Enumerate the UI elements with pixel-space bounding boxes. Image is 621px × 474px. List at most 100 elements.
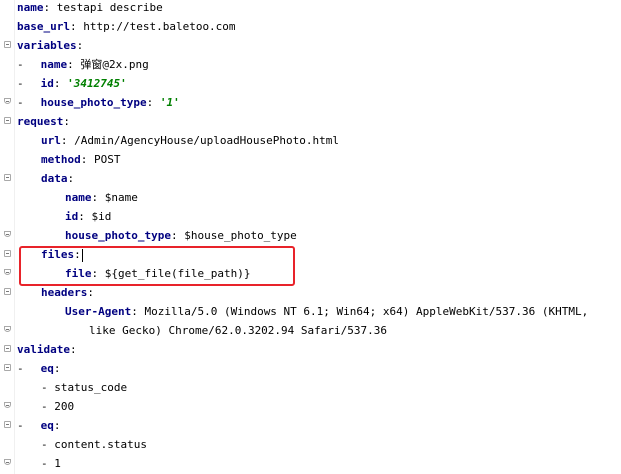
code-line[interactable]: - 200 <box>0 397 621 416</box>
code-text: - name: 弹窗@2x.png <box>17 55 149 74</box>
yaml-colon: : <box>53 419 61 432</box>
code-text: house_photo_type: $house_photo_type <box>65 226 297 245</box>
code-line[interactable]: - id: '3412745' <box>0 74 621 93</box>
fold-collapse-icon[interactable] <box>4 421 11 428</box>
code-text: - house_photo_type: '1' <box>17 93 180 112</box>
yaml-value: - content.status <box>41 438 147 451</box>
fold-end-icon[interactable] <box>4 459 11 465</box>
yaml-key: method <box>41 153 81 166</box>
code-line[interactable]: data: <box>0 169 621 188</box>
fold-end-icon[interactable] <box>4 98 11 104</box>
yaml-colon: : <box>69 343 77 356</box>
code-text: method: POST <box>41 150 121 169</box>
yaml-key: eq <box>40 362 54 375</box>
list-dash: - <box>17 58 24 71</box>
code-text: - content.status <box>41 435 147 454</box>
code-line[interactable]: base_url: http://test.baletoo.com <box>0 17 621 36</box>
code-text: name: $name <box>65 188 138 207</box>
code-line[interactable]: - 1 <box>0 454 621 473</box>
yaml-key: name <box>17 1 44 14</box>
yaml-key: house_photo_type <box>65 229 171 242</box>
fold-collapse-icon[interactable] <box>4 174 11 181</box>
fold-collapse-icon[interactable] <box>4 117 11 124</box>
code-line[interactable]: - eq: <box>0 359 621 378</box>
yaml-value: 弹窗@2x.png <box>73 58 149 71</box>
code-line[interactable]: name: $name <box>0 188 621 207</box>
code-text: base_url: http://test.baletoo.com <box>17 17 236 36</box>
code-text: validate: <box>17 340 77 359</box>
yaml-value: Mozilla/5.0 (Windows NT 6.1; Win64; x64)… <box>137 305 589 318</box>
code-line[interactable]: - house_photo_type: '1' <box>0 93 621 112</box>
yaml-key: name <box>65 191 92 204</box>
fold-collapse-icon[interactable] <box>4 41 11 48</box>
code-line[interactable]: - eq: <box>0 416 621 435</box>
code-text: request: <box>17 112 70 131</box>
code-line[interactable]: - name: 弹窗@2x.png <box>0 55 621 74</box>
code-line[interactable]: like Gecko) Chrome/62.0.3202.94 Safari/5… <box>0 321 621 340</box>
code-line[interactable]: id: $id <box>0 207 621 226</box>
fold-end-icon[interactable] <box>4 231 11 237</box>
yaml-key: User-Agent <box>65 305 132 318</box>
fold-collapse-icon[interactable] <box>4 345 11 352</box>
yaml-key: headers <box>41 286 88 299</box>
yaml-colon: : <box>69 20 77 33</box>
list-dash: - <box>17 77 24 90</box>
yaml-colon: : <box>67 58 74 71</box>
code-line[interactable]: request: <box>0 112 621 131</box>
code-line[interactable]: validate: <box>0 340 621 359</box>
list-dash: - <box>17 96 24 109</box>
fold-end-icon[interactable] <box>4 402 11 408</box>
fold-collapse-icon[interactable] <box>4 364 11 371</box>
code-editor[interactable]: name: testapi describe base_url: http://t… <box>0 0 621 474</box>
annotation-highlight-box <box>19 246 295 286</box>
yaml-colon: : <box>60 134 68 147</box>
yaml-key: base_url <box>17 20 70 33</box>
code-line[interactable]: - status_code <box>0 378 621 397</box>
yaml-colon: : <box>131 305 138 318</box>
yaml-colon: : <box>63 115 70 128</box>
yaml-value: testapi describe <box>50 1 163 14</box>
yaml-value: /Admin/AgencyHouse/uploadHousePhoto.html <box>67 134 340 147</box>
code-line[interactable]: method: POST <box>0 150 621 169</box>
code-text: - 1 <box>41 454 61 473</box>
yaml-key: data <box>41 172 68 185</box>
code-line[interactable]: - content.status <box>0 435 621 454</box>
yaml-key: house_photo_type <box>40 96 147 109</box>
code-text: - eq: <box>17 416 61 435</box>
code-text: - id: '3412745' <box>17 74 127 93</box>
yaml-key: eq <box>40 419 54 432</box>
yaml-colon: : <box>76 39 84 52</box>
code-text: like Gecko) Chrome/62.0.3202.94 Safari/5… <box>89 321 387 340</box>
yaml-string-value: '1' <box>159 96 180 109</box>
yaml-key: validate <box>17 343 70 356</box>
yaml-value: $id <box>84 210 112 223</box>
code-line[interactable]: url: /Admin/AgencyHouse/uploadHousePhoto… <box>0 131 621 150</box>
code-text: id: $id <box>65 207 111 226</box>
fold-collapse-icon[interactable] <box>4 250 11 257</box>
fold-end-icon[interactable] <box>4 326 11 332</box>
code-line[interactable]: variables: <box>0 36 621 55</box>
yaml-key: name <box>40 58 68 71</box>
code-line[interactable]: name: testapi describe <box>0 0 621 17</box>
yaml-key: id <box>40 77 54 90</box>
code-line[interactable]: house_photo_type: $house_photo_type <box>0 226 621 245</box>
code-line[interactable]: User-Agent: Mozilla/5.0 (Windows NT 6.1;… <box>0 302 621 321</box>
yaml-key: id <box>65 210 79 223</box>
yaml-key: variables <box>17 39 77 52</box>
yaml-value: $name <box>98 191 138 204</box>
code-text: url: /Admin/AgencyHouse/uploadHousePhoto… <box>41 131 339 150</box>
fold-end-icon[interactable] <box>4 269 11 275</box>
yaml-key: url <box>41 134 61 147</box>
yaml-value: - status_code <box>41 381 128 394</box>
yaml-colon: : <box>78 210 85 223</box>
code-text: variables: <box>17 36 83 55</box>
yaml-value: http://test.baletoo.com <box>76 20 236 33</box>
yaml-colon: : <box>170 229 178 242</box>
list-dash: - <box>17 419 24 432</box>
fold-collapse-icon[interactable] <box>4 288 11 295</box>
yaml-value: like Gecko) Chrome/62.0.3202.94 Safari/5… <box>89 324 388 337</box>
yaml-value: $house_photo_type <box>177 229 297 242</box>
code-text: User-Agent: Mozilla/5.0 (Windows NT 6.1;… <box>65 302 588 321</box>
yaml-value: POST <box>87 153 121 166</box>
yaml-colon: : <box>87 286 94 299</box>
